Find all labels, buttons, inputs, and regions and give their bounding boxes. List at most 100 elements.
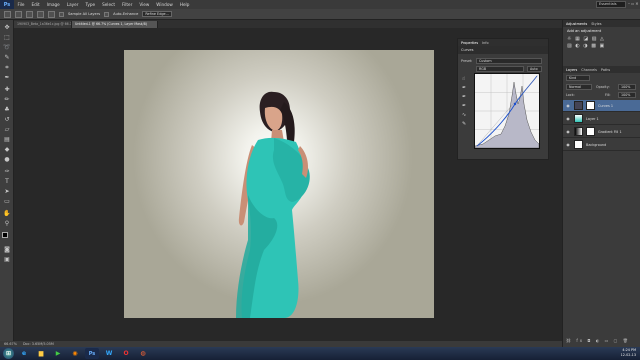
target-adjust-icon[interactable]: ☝ <box>462 75 466 84</box>
menu-view[interactable]: View <box>136 2 153 7</box>
chrome-icon[interactable]: ◉ <box>68 348 82 359</box>
path-selection-icon[interactable]: ➤ <box>3 188 11 196</box>
type-tool-icon[interactable]: T <box>3 178 11 186</box>
tab-document-1[interactable]: 190903_Beta_1a36e1c.jpg @ 66.7% (RGB/8#) <box>14 21 72 28</box>
curves-title: Curves <box>461 48 474 52</box>
opera-icon[interactable]: O <box>119 348 133 359</box>
explorer-icon[interactable]: ▆ <box>34 348 48 359</box>
pen-tool-icon[interactable]: ✑ <box>3 168 11 176</box>
menu-image[interactable]: Image <box>43 2 63 7</box>
blur-tool-icon[interactable]: ◆ <box>3 146 11 154</box>
subtract-selection-icon[interactable] <box>37 10 44 18</box>
zoom-tool-icon[interactable]: ⚲ <box>3 220 11 228</box>
menu-select[interactable]: Select <box>99 2 119 7</box>
visibility-eye-icon[interactable]: ◉ <box>565 129 571 135</box>
document-size: Doc: 3.65M/5.05M <box>22 342 54 346</box>
menu-help[interactable]: Help <box>176 2 193 7</box>
curves-header: Curves <box>458 46 548 54</box>
layer-background[interactable]: ◉ Background <box>563 139 640 151</box>
pencil-curve-icon[interactable]: ✎ <box>462 120 466 129</box>
visibility-eye-icon[interactable]: ◉ <box>565 103 571 109</box>
layer-curves-1[interactable]: ◉ Curves 1 <box>563 100 640 112</box>
menu-file[interactable]: File <box>14 2 28 7</box>
layer-1[interactable]: ◉ Layer 1 <box>563 113 640 125</box>
sample-checkbox[interactable] <box>59 11 64 17</box>
shape-tool-icon[interactable]: ▭ <box>3 198 11 206</box>
hand-tool-icon[interactable]: ✋ <box>3 210 11 218</box>
refine-edge-button[interactable]: Refine Edge... <box>142 11 172 17</box>
tab-styles[interactable]: Styles <box>591 22 601 26</box>
layer-mask-thumbnail[interactable] <box>586 127 595 136</box>
system-tray: 4:24 PM 12-02-13 <box>621 348 636 358</box>
blend-mode-dropdown[interactable]: Normal <box>566 84 592 90</box>
sample-gray-eyedropper-icon[interactable]: ✒ <box>462 93 466 102</box>
adjustment-icons-row-2[interactable]: ▨ ◐ ◑ ▩ ▣ <box>567 43 605 49</box>
clone-stamp-icon[interactable]: ♣ <box>3 106 11 114</box>
start-button-icon[interactable]: ⊞ <box>3 348 14 359</box>
tab-paths[interactable]: Paths <box>601 68 610 72</box>
document-canvas[interactable] <box>124 50 434 318</box>
sample-black-eyedropper-icon[interactable]: ✒ <box>462 84 466 93</box>
quick-selection-tool-icon[interactable] <box>4 10 11 18</box>
add-selection-icon[interactable] <box>26 10 33 18</box>
tab-info[interactable]: Info <box>482 41 488 45</box>
healing-brush-icon[interactable]: ✚ <box>3 86 11 94</box>
sample-white-eyedropper-icon[interactable]: ✒ <box>462 102 466 111</box>
history-brush-icon[interactable]: ↺ <box>3 116 11 124</box>
new-selection-icon[interactable] <box>15 10 22 18</box>
preset-dropdown[interactable]: Custom <box>476 58 542 64</box>
menu-window[interactable]: Window <box>153 2 177 7</box>
layer-gradient-fill-1[interactable]: ◉ Gradient Fill 1 <box>563 126 640 138</box>
auto-button[interactable]: Auto <box>527 66 542 72</box>
workspace-switcher[interactable]: Essentials <box>596 1 626 8</box>
lasso-tool-icon[interactable]: ➰ <box>3 44 11 52</box>
quick-mask-icon[interactable]: ◙ <box>3 246 11 254</box>
layer-actions-bar[interactable]: ⛓ fx ◘ ◐ ▭ ▢ 🗑 <box>566 338 630 343</box>
menu-layer[interactable]: Layer <box>63 2 82 7</box>
quick-selection-tool-icon[interactable]: ✎ <box>3 54 11 62</box>
photoshop-taskbar-icon[interactable]: Ps <box>85 348 99 359</box>
menu-type[interactable]: Type <box>82 2 99 7</box>
layer-name: Background <box>586 142 607 147</box>
crop-tool-icon[interactable]: ⌗ <box>3 64 11 72</box>
firefox-icon[interactable]: ◍ <box>136 348 150 359</box>
curves-histogram <box>474 73 540 149</box>
curve-point-icon[interactable]: ∿ <box>462 111 466 120</box>
layer-kind-filter[interactable]: Kind <box>566 75 590 81</box>
brush-tool-icon[interactable]: ✏ <box>3 96 11 104</box>
word-icon[interactable]: W <box>102 348 116 359</box>
channel-dropdown[interactable]: RGB <box>476 66 524 72</box>
menu-bar: Ps File Edit Image Layer Type Select Fil… <box>0 0 640 9</box>
gradient-tool-icon[interactable]: ▤ <box>3 136 11 144</box>
right-dock: Adjustments Styles Add an adjustment ☼ ▦… <box>562 20 640 347</box>
curve-tools: ☝ ✒ ✒ ✒ ∿ ✎ <box>462 75 466 129</box>
tab-channels[interactable]: Channels <box>581 68 597 72</box>
curves-graph[interactable] <box>474 73 540 149</box>
screen-mode-icon[interactable]: ▣ <box>3 256 11 264</box>
dodge-tool-icon[interactable]: ● <box>3 156 11 164</box>
adjustment-icons-row-1[interactable]: ☼ ▦ ◪ ▧ ◬ <box>567 36 605 42</box>
layer-mask-thumbnail[interactable] <box>586 101 595 110</box>
zoom-level[interactable]: 66.67% <box>4 342 17 346</box>
move-tool-icon[interactable]: ✥ <box>3 24 11 32</box>
window-controls[interactable]: – ▫ ✕ <box>628 1 639 6</box>
foreground-color-swatch[interactable] <box>2 232 8 238</box>
options-bar: Sample All Layers Auto-Enhance Refine Ed… <box>0 9 640 20</box>
fill-field[interactable]: 100% <box>618 92 636 98</box>
auto-enhance-checkbox[interactable] <box>104 11 110 17</box>
eraser-tool-icon[interactable]: ▱ <box>3 126 11 134</box>
tab-adjustments[interactable]: Adjustments <box>566 22 587 26</box>
marquee-tool-icon[interactable]: ⬚ <box>3 34 11 42</box>
menu-edit[interactable]: Edit <box>28 2 43 7</box>
eyedropper-tool-icon[interactable]: ✒ <box>3 74 11 82</box>
menu-filter[interactable]: Filter <box>118 2 135 7</box>
visibility-eye-icon[interactable]: ◉ <box>565 116 571 122</box>
opacity-field[interactable]: 100% <box>618 84 636 90</box>
media-player-icon[interactable]: ▶ <box>51 348 65 359</box>
tab-layers[interactable]: Layers <box>566 68 577 72</box>
tab-properties[interactable]: Properties <box>461 41 478 45</box>
ie-icon[interactable]: e <box>17 348 31 359</box>
visibility-eye-icon[interactable]: ◉ <box>565 142 571 148</box>
brush-size-icon[interactable] <box>48 10 55 18</box>
tab-document-2[interactable]: Untitled-1 @ 66.7% (Curves 1, Layer Mask… <box>72 21 158 28</box>
